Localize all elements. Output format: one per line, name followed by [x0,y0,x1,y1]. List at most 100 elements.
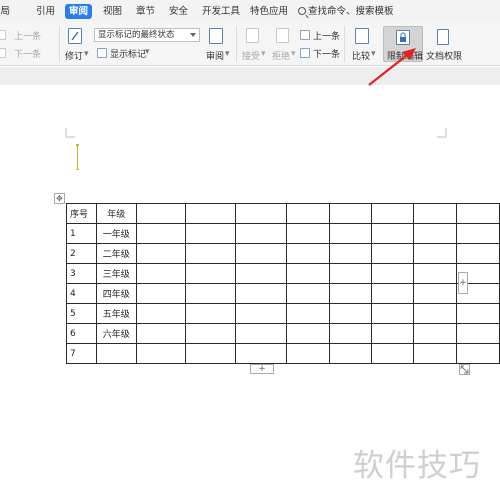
table-cell-empty[interactable] [235,243,287,264]
table-cell-empty[interactable] [328,283,372,304]
table-cell-empty[interactable] [184,203,237,224]
menu-tab-features[interactable]: 特色应用 [250,4,288,19]
table-cell-empty[interactable] [455,343,500,364]
table-cell-empty[interactable] [412,343,457,364]
table-cell-grade[interactable]: 六年级 [95,323,137,344]
table-cell-empty[interactable] [370,343,414,364]
accept-button[interactable]: 接受 [242,49,260,62]
table-cell-empty[interactable] [235,203,287,224]
table-cell-empty[interactable] [412,223,457,244]
table-cell-empty[interactable] [235,303,287,324]
table-cell-empty[interactable] [235,263,287,284]
table-cell-empty[interactable] [455,303,500,324]
table-cell-empty[interactable] [370,243,414,264]
table-cell-number[interactable]: 3 [66,263,97,284]
table-cell-empty[interactable] [328,303,372,324]
table-cell-empty[interactable] [412,203,457,224]
table-cell-grade[interactable]: 二年级 [95,243,137,264]
table-cell-empty[interactable] [184,343,237,364]
menu-tab-review[interactable]: 审阅 [65,4,93,19]
table-cell-empty[interactable] [235,343,287,364]
table-cell-number[interactable]: 6 [66,323,97,344]
table-cell-empty[interactable] [286,303,330,324]
table-cell-empty[interactable] [328,263,372,284]
compare-button[interactable]: 比较 [352,49,370,62]
next-change-button[interactable]: 下一条 [313,47,340,60]
table-cell-empty[interactable] [135,283,186,304]
document-permission-button[interactable]: 文档权限 [426,49,462,62]
command-search[interactable]: 查找命令、搜索模板 [298,4,394,19]
table-cell-number[interactable]: 5 [66,303,97,324]
table-cell-empty[interactable] [286,223,330,244]
table-cell-empty[interactable] [328,203,372,224]
menu-tab-security[interactable]: 安全 [169,4,188,19]
table-cell-empty[interactable] [370,263,414,284]
table-cell-grade[interactable]: 一年级 [95,223,137,244]
display-mode-select[interactable]: 显示标记的最终状态 [94,28,200,42]
review-button[interactable]: 审阅 [206,49,224,62]
table-cell-empty[interactable] [135,223,186,244]
show-markup-button[interactable]: 显示标记 [110,47,146,60]
table-cell-empty[interactable] [328,343,372,364]
menu-tab-view[interactable]: 视图 [103,4,122,19]
table-cell-empty[interactable] [370,283,414,304]
table-cell-empty[interactable] [286,243,330,264]
prev-change-button-left[interactable]: 上一条 [14,29,41,42]
add-row-button[interactable]: + [250,364,274,374]
table-cell-empty[interactable] [370,223,414,244]
add-column-button[interactable]: + [458,272,468,294]
table-cell-empty[interactable] [184,303,237,324]
next-change-button-left[interactable]: 下一条 [14,47,41,60]
table-cell-grade[interactable]: 三年级 [95,263,137,284]
table-cell-number[interactable]: 7 [66,343,97,364]
table-cell-empty[interactable] [370,203,414,224]
table-cell-grade[interactable]: 四年级 [95,283,137,304]
table-cell-empty[interactable] [135,343,186,364]
table-cell-empty[interactable] [135,243,186,264]
table-cell-number[interactable]: 4 [66,283,97,304]
table-cell-empty[interactable] [235,223,287,244]
table-cell-empty[interactable] [235,323,287,344]
table-cell-empty[interactable] [286,323,330,344]
table-cell-empty[interactable] [135,303,186,324]
table-cell-empty[interactable] [412,283,457,304]
prev-change-button[interactable]: 上一条 [313,29,340,42]
restrict-edit-button[interactable]: 限制编辑 [383,26,423,62]
table-cell-empty[interactable] [455,223,500,244]
table-cell-empty[interactable] [184,243,237,264]
table-cell-empty[interactable] [370,303,414,324]
table-cell-empty[interactable] [328,243,372,264]
table-cell-empty[interactable] [184,283,237,304]
table-cell-empty[interactable] [184,263,237,284]
table-cell-empty[interactable] [328,223,372,244]
table-cell-empty[interactable] [328,323,372,344]
table-resize-handle[interactable] [459,364,470,375]
menu-tab-references[interactable]: 引用 [36,4,55,19]
table-move-handle[interactable]: ✥ [54,193,65,204]
table-cell-empty[interactable] [135,203,186,224]
table-cell-grade[interactable] [95,343,137,364]
table-cell-number[interactable]: 序号 [66,203,97,224]
table-cell-empty[interactable] [184,323,237,344]
table-cell-empty[interactable] [412,263,457,284]
table-cell-empty[interactable] [370,323,414,344]
menu-tab-developer[interactable]: 开发工具 [202,4,240,19]
table-cell-empty[interactable] [286,283,330,304]
table-cell-empty[interactable] [184,223,237,244]
table-cell-empty[interactable] [455,203,500,224]
table-cell-number[interactable]: 2 [66,243,97,264]
table-cell-empty[interactable] [412,323,457,344]
table-cell-empty[interactable] [286,203,330,224]
reject-button[interactable]: 拒绝 [272,49,290,62]
table-cell-empty[interactable] [135,323,186,344]
table-cell-empty[interactable] [412,303,457,324]
table-cell-empty[interactable] [455,243,500,264]
table-cell-empty[interactable] [455,323,500,344]
table-cell-empty[interactable] [286,263,330,284]
table-cell-empty[interactable] [135,263,186,284]
menu-tab-layout[interactable]: 布局 [0,4,10,19]
table-cell-empty[interactable] [235,283,287,304]
track-changes-button[interactable]: 修订 [65,49,83,62]
table-cell-number[interactable]: 1 [66,223,97,244]
table-cell-empty[interactable] [286,343,330,364]
